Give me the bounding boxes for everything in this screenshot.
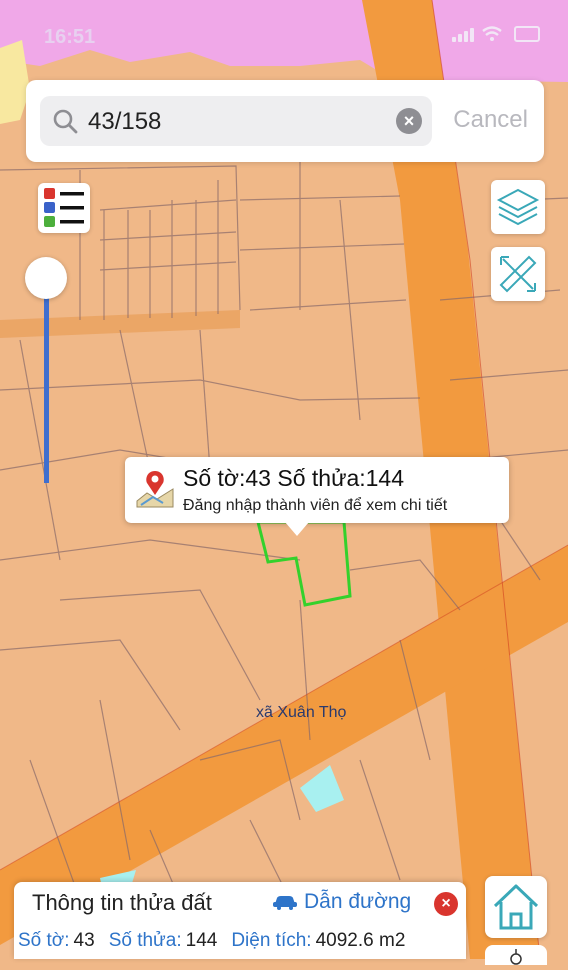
directions-label: Dẫn đường bbox=[304, 890, 412, 913]
sheet-label: Số tờ: bbox=[18, 930, 70, 951]
ruler-measure-icon bbox=[499, 255, 537, 293]
close-icon: × bbox=[441, 895, 451, 912]
directions-button[interactable]: Dẫn đường bbox=[272, 890, 411, 914]
gps-button[interactable] bbox=[485, 945, 547, 965]
search-card: 43/158 × Cancel bbox=[26, 80, 544, 162]
car-icon bbox=[273, 896, 297, 910]
map-pin-icon bbox=[136, 471, 174, 508]
parcel-label: Số thửa: bbox=[108, 930, 182, 951]
gps-icon bbox=[510, 949, 522, 965]
status-time: 16:51 bbox=[44, 26, 96, 48]
parcel-info-panel: Thông tin thửa đất Dẫn đường × Số tờ: 43… bbox=[14, 882, 466, 959]
measure-button[interactable] bbox=[491, 247, 545, 301]
search-query: 43/158 bbox=[88, 108, 162, 135]
popup-title: Số tờ:43 Số thửa:144 bbox=[183, 465, 405, 491]
signal-icon bbox=[452, 28, 474, 42]
layers-button[interactable] bbox=[491, 180, 545, 234]
close-panel-button[interactable]: × bbox=[434, 892, 458, 916]
parcel-details: Số tờ: 43 Số thửa: 144 Diện tích: 4092.6… bbox=[18, 930, 415, 952]
cancel-button[interactable]: Cancel bbox=[453, 106, 528, 134]
zoom-slider-track[interactable] bbox=[44, 278, 49, 483]
search-icon bbox=[53, 109, 78, 134]
parcel-value: 144 bbox=[185, 930, 218, 951]
clear-icon: × bbox=[403, 111, 415, 131]
parcel-popup[interactable]: Số tờ:43 Số thửa:144 Đăng nhập thành viê… bbox=[125, 457, 509, 523]
status-bar: 16:51 bbox=[0, 0, 568, 70]
sheet-value: 43 bbox=[73, 930, 95, 951]
home-button[interactable] bbox=[485, 876, 547, 938]
legend-list-icon bbox=[44, 188, 84, 227]
status-icons bbox=[452, 26, 540, 42]
place-label: xã Xuân Thọ bbox=[256, 704, 347, 721]
popup-login-hint[interactable]: Đăng nhập thành viên để xem chi tiết bbox=[183, 497, 447, 515]
legend-button[interactable] bbox=[38, 183, 90, 233]
area-value: 4092.6 m2 bbox=[315, 930, 406, 951]
battery-icon bbox=[514, 26, 540, 42]
layers-icon bbox=[496, 188, 540, 226]
popup-pointer bbox=[285, 522, 309, 536]
home-icon bbox=[493, 884, 539, 930]
search-input[interactable]: 43/158 × bbox=[40, 96, 432, 146]
zoom-slider-handle[interactable] bbox=[25, 257, 67, 299]
clear-search-button[interactable]: × bbox=[396, 108, 422, 134]
wifi-icon bbox=[482, 26, 502, 41]
info-panel-title: Thông tin thửa đất bbox=[32, 890, 212, 915]
area-label: Diện tích: bbox=[231, 930, 312, 951]
